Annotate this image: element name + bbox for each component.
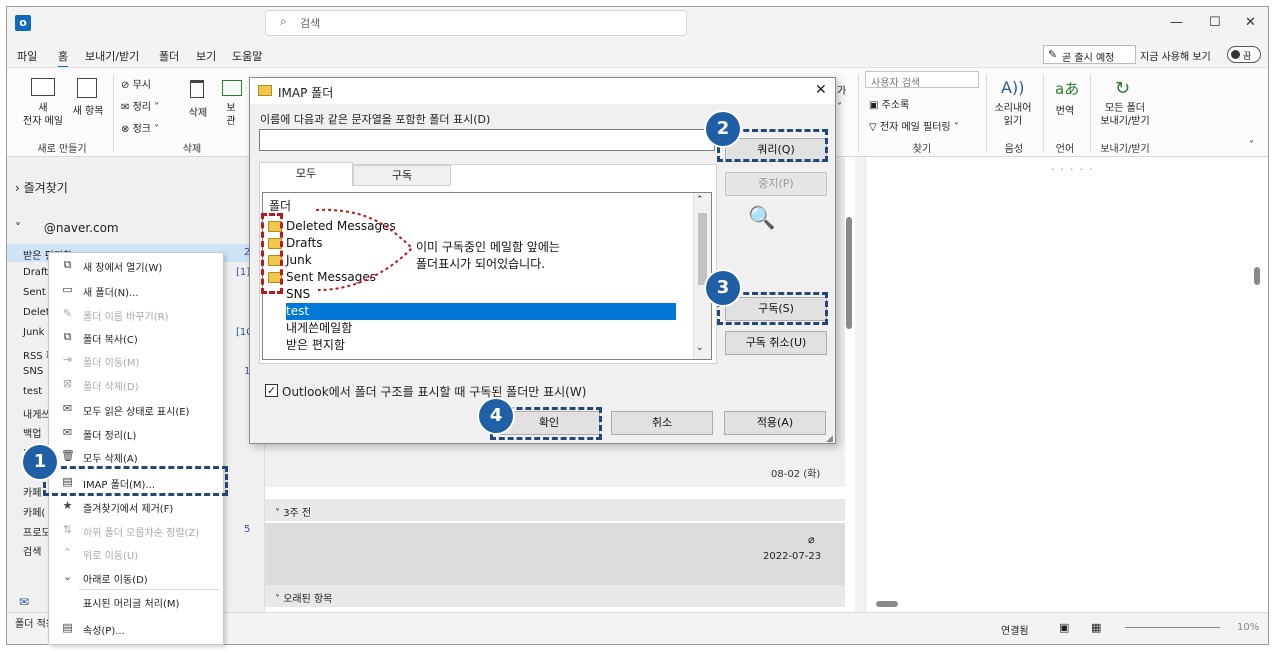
annotation-overlay [315, 208, 414, 291]
step2-badge: 2 [706, 112, 740, 146]
step4-badge: 4 [479, 399, 513, 433]
annotation-note-line: 폴더표시가 되어있습니다. [416, 257, 546, 271]
step3-badge: 3 [706, 271, 740, 305]
annotation-note-line: 이미 구독중인 메일함 앞에는 [416, 240, 560, 254]
annotation-note: 이미 구독중인 메일함 앞에는 폴더표시가 되어있습니다. [416, 239, 560, 273]
step1-badge: 1 [23, 445, 57, 479]
annotation-bracket [315, 208, 414, 291]
folder-marks-highlight [261, 213, 283, 294]
step1-highlight [43, 466, 228, 496]
